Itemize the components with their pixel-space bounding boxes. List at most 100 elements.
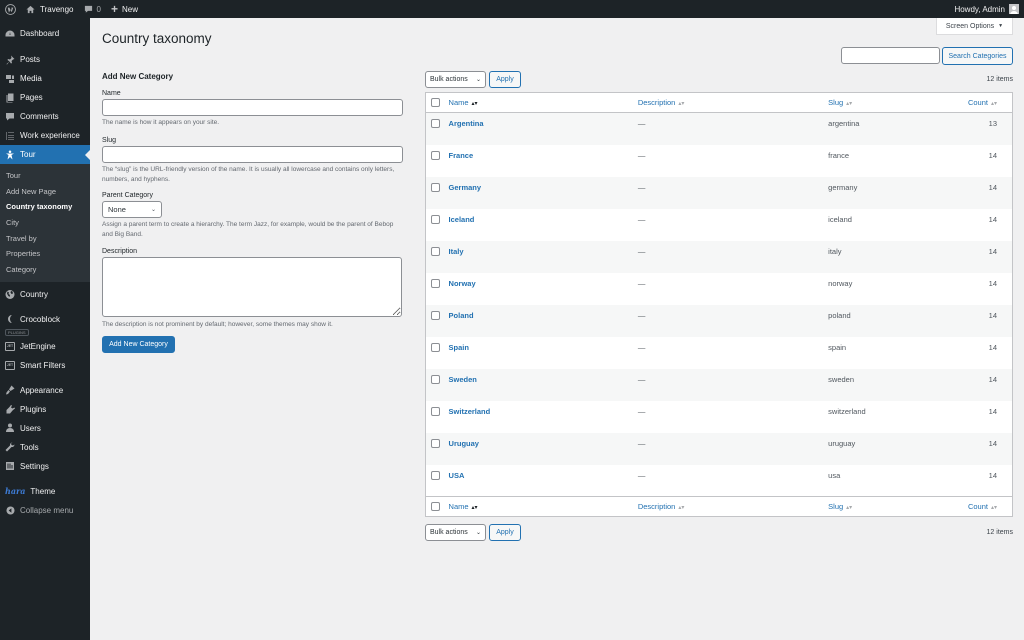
column-header-description[interactable]: Description ▴▾ bbox=[637, 92, 829, 113]
sidebar-item-tools[interactable]: Tools bbox=[0, 438, 90, 457]
submenu-item-add-new-page[interactable]: Add New Page bbox=[0, 184, 90, 200]
term-description: — bbox=[637, 342, 646, 352]
bulk-actions-select-bottom[interactable]: Bulk actions ⌄ bbox=[425, 523, 486, 541]
sidebar-item-users[interactable]: Users bbox=[0, 419, 90, 438]
add-new-category-button[interactable]: Add New Category bbox=[102, 336, 175, 353]
sidebar-item-label: Theme bbox=[30, 486, 56, 496]
new-content-button[interactable]: + New bbox=[106, 0, 143, 18]
term-count-link[interactable]: 14 bbox=[948, 401, 1012, 433]
collapse-menu-button[interactable]: Collapse menu bbox=[0, 501, 90, 520]
items-count-bottom: 12 items bbox=[986, 528, 1013, 536]
term-name-link[interactable]: Poland bbox=[449, 311, 474, 320]
name-field[interactable] bbox=[102, 99, 403, 116]
parent-category-select[interactable]: None ⌄ bbox=[102, 200, 162, 218]
row-checkbox[interactable] bbox=[431, 438, 440, 448]
row-checkbox[interactable] bbox=[431, 119, 440, 128]
sidebar-item-jetengine[interactable]: JET JetEngine bbox=[0, 337, 90, 356]
row-checkbox[interactable] bbox=[431, 150, 440, 160]
sidebar-item-label: Dashboard bbox=[20, 29, 60, 38]
sidebar-item-smart-filters[interactable]: JET Smart Filters bbox=[0, 356, 90, 375]
term-count-link[interactable]: 14 bbox=[948, 305, 1012, 337]
row-checkbox[interactable] bbox=[431, 374, 440, 384]
term-name-link[interactable]: Spain bbox=[449, 343, 469, 352]
pages-icon bbox=[5, 93, 15, 103]
submenu-item-country-taxonomy[interactable]: Country taxonomy bbox=[0, 199, 90, 215]
column-header-count[interactable]: Count ▴▾ bbox=[948, 92, 1013, 113]
sidebar-item-work-experience[interactable]: Work experience bbox=[0, 126, 90, 145]
wordpress-logo-button[interactable] bbox=[0, 0, 21, 18]
term-count-link[interactable]: 14 bbox=[948, 241, 1012, 273]
sidebar-item-dashboard[interactable]: Dashboard bbox=[0, 24, 90, 43]
column-footer-description[interactable]: Description ▴▾ bbox=[637, 496, 829, 517]
site-name-link[interactable]: Travengo bbox=[21, 0, 79, 18]
select-all-checkbox-footer[interactable] bbox=[431, 502, 440, 511]
sidebar-item-theme[interactable]: hara Theme bbox=[0, 482, 90, 501]
apply-button[interactable]: Apply bbox=[489, 70, 521, 88]
my-account-menu[interactable]: Howdy, Admin bbox=[949, 0, 1024, 18]
term-name-link[interactable]: Norway bbox=[449, 279, 476, 288]
bulk-actions-select[interactable]: Bulk actions ⌄ bbox=[425, 70, 486, 88]
sidebar-item-media[interactable]: Media bbox=[0, 69, 90, 88]
chevron-down-icon: ⌄ bbox=[475, 529, 481, 536]
row-checkbox[interactable] bbox=[431, 470, 440, 480]
screen-options-button[interactable]: Screen Options ▼ bbox=[936, 18, 1013, 35]
term-name-link[interactable]: Germany bbox=[449, 183, 482, 192]
row-checkbox[interactable] bbox=[431, 278, 440, 288]
row-checkbox[interactable] bbox=[431, 214, 440, 224]
submenu-item-properties[interactable]: Properties bbox=[0, 246, 90, 262]
submenu-item-category[interactable]: Category bbox=[0, 262, 90, 278]
term-count-link[interactable]: 14 bbox=[948, 433, 1012, 465]
row-checkbox[interactable] bbox=[431, 406, 440, 416]
row-checkbox[interactable] bbox=[431, 310, 440, 320]
term-name-link[interactable]: Argentina bbox=[449, 119, 484, 128]
apply-button-bottom[interactable]: Apply bbox=[489, 523, 521, 541]
sidebar-item-crocoblock[interactable]: Crocoblock bbox=[0, 310, 90, 329]
term-name-link[interactable]: Uruguay bbox=[449, 439, 479, 448]
term-count-link[interactable]: 14 bbox=[948, 145, 1012, 177]
term-count-link[interactable]: 14 bbox=[948, 465, 1012, 497]
term-name-link[interactable]: Italy bbox=[449, 247, 464, 256]
submenu-item-city[interactable]: City bbox=[0, 215, 90, 231]
row-checkbox[interactable] bbox=[431, 342, 440, 352]
column-footer-count[interactable]: Count ▴▾ bbox=[948, 496, 1013, 517]
term-count-link[interactable]: 14 bbox=[948, 273, 1012, 305]
description-field[interactable] bbox=[102, 256, 402, 317]
plus-icon: + bbox=[110, 2, 118, 16]
comments-link[interactable]: 0 bbox=[79, 0, 106, 18]
sidebar-item-tour[interactable]: Tour bbox=[0, 145, 90, 164]
column-footer-name[interactable]: Name ▴▾ bbox=[448, 496, 638, 517]
row-checkbox[interactable] bbox=[431, 246, 440, 256]
search-categories-input[interactable] bbox=[841, 47, 940, 64]
row-checkbox[interactable] bbox=[431, 182, 440, 192]
term-name-link[interactable]: Iceland bbox=[449, 215, 475, 224]
submenu-item-tour[interactable]: Tour bbox=[0, 168, 90, 184]
search-categories-button[interactable]: Search Categories bbox=[942, 47, 1013, 65]
sidebar-item-settings[interactable]: Settings bbox=[0, 457, 90, 476]
sidebar-item-comments[interactable]: Comments bbox=[0, 107, 90, 126]
home-icon bbox=[26, 5, 35, 13]
sidebar-item-posts[interactable]: Posts bbox=[0, 50, 90, 69]
term-count-link[interactable]: 14 bbox=[948, 369, 1012, 401]
select-all-checkbox[interactable] bbox=[431, 98, 440, 107]
column-header-name[interactable]: Name ▴▾ bbox=[448, 92, 638, 113]
term-count-link[interactable]: 14 bbox=[948, 337, 1012, 369]
term-count-link[interactable]: 13 bbox=[948, 113, 1012, 145]
submenu-item-travel-by[interactable]: Travel by bbox=[0, 231, 90, 247]
term-name-link[interactable]: France bbox=[449, 151, 474, 160]
new-label: New bbox=[121, 4, 138, 14]
term-count-link[interactable]: 14 bbox=[948, 177, 1012, 209]
sidebar-item-appearance[interactable]: Appearance bbox=[0, 381, 90, 400]
term-name-link[interactable]: USA bbox=[449, 471, 465, 480]
sidebar-item-pages[interactable]: Pages bbox=[0, 88, 90, 107]
sidebar-item-country[interactable]: Country bbox=[0, 285, 90, 304]
hara-theme-logo: hara bbox=[5, 486, 26, 497]
sidebar-item-plugins[interactable]: Plugins bbox=[0, 400, 90, 419]
term-name-link[interactable]: Switzerland bbox=[449, 407, 491, 416]
globe-icon bbox=[5, 289, 15, 299]
sort-icon: ▴▾ bbox=[846, 505, 853, 511]
column-footer-slug[interactable]: Slug ▴▾ bbox=[828, 496, 949, 517]
slug-field[interactable] bbox=[102, 145, 403, 163]
term-count-link[interactable]: 14 bbox=[948, 209, 1012, 241]
column-header-slug[interactable]: Slug ▴▾ bbox=[828, 92, 949, 113]
term-name-link[interactable]: Sweden bbox=[449, 375, 477, 384]
